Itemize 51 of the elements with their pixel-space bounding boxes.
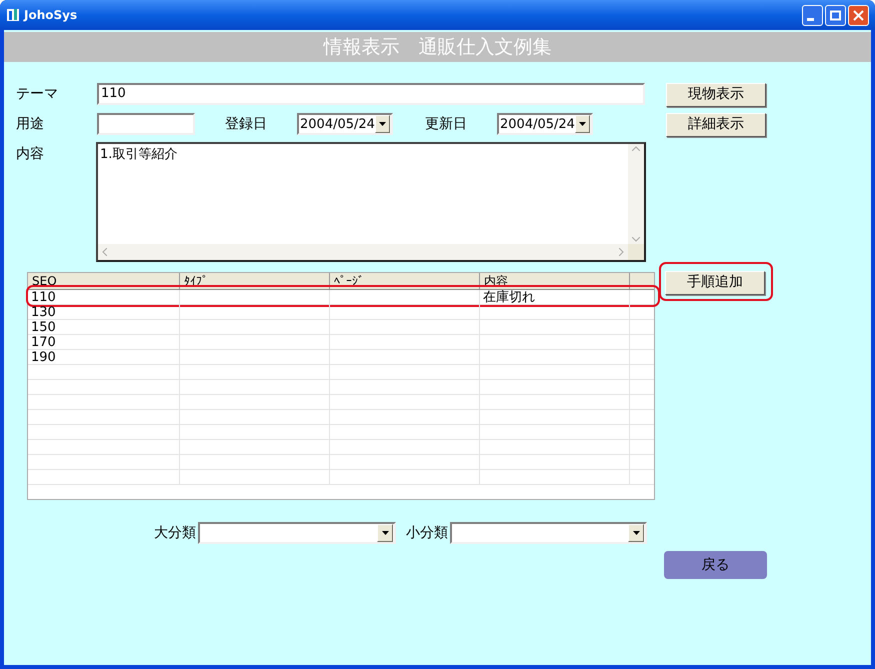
close-icon	[853, 10, 864, 20]
window-title: JohoSys	[24, 7, 78, 24]
maximize-icon	[830, 10, 841, 20]
close-button[interactable]	[848, 4, 869, 26]
minor-category-dropdown[interactable]	[450, 522, 647, 544]
column-header[interactable]: ﾍﾟｰｼﾞ	[330, 273, 480, 289]
page-title: 情報表示 通販仕入文例集	[324, 34, 552, 60]
table-cell: 130	[28, 305, 180, 319]
table-cell: 110	[28, 290, 180, 304]
scrollbar-corner	[628, 244, 644, 260]
scroll-left-icon	[102, 248, 107, 256]
vertical-scrollbar[interactable]	[628, 144, 644, 244]
field-label: 大分類	[154, 524, 196, 542]
table-cell: 150	[28, 320, 180, 334]
column-header[interactable]: SEQ	[28, 273, 180, 289]
column-header[interactable]: ﾀｲﾌﾟ	[180, 273, 330, 289]
dropdown-button[interactable]	[574, 115, 590, 133]
dropdown-button[interactable]	[377, 524, 393, 542]
horizontal-scrollbar[interactable]	[98, 244, 628, 260]
caret-icon	[382, 531, 388, 535]
back-button[interactable]: 戻る	[664, 551, 767, 579]
major-category-dropdown[interactable]	[198, 522, 396, 544]
field-label: 更新日	[425, 114, 468, 134]
caret-icon	[378, 122, 386, 126]
registered-date-dropdown[interactable]: 2004/05/24	[297, 113, 393, 135]
theme-field[interactable]: 110	[97, 83, 645, 105]
table-cell: 190	[28, 350, 180, 364]
table-cell: 在庫切れ	[483, 290, 535, 305]
minimize-button[interactable]	[802, 4, 823, 26]
view-actual-button[interactable]: 現物表示	[666, 82, 766, 107]
content-text-area[interactable]: 1.取引等紹介	[96, 142, 646, 262]
dropdown-button[interactable]	[374, 115, 390, 133]
scroll-right-icon	[619, 248, 624, 256]
field-label: 内容	[16, 145, 45, 164]
usage-field[interactable]	[97, 113, 195, 135]
caret-icon	[578, 122, 586, 126]
table-cell: 170	[28, 335, 180, 349]
field-label: 登録日	[225, 114, 268, 134]
minimize-icon	[807, 18, 814, 20]
field-label: テーマ	[16, 84, 59, 104]
dropdown-button[interactable]	[628, 524, 644, 542]
app-icon	[6, 8, 20, 22]
field-label: 用途	[16, 114, 45, 134]
add-step-button[interactable]: 手順追加	[665, 270, 765, 294]
scroll-down-icon	[632, 237, 640, 242]
scroll-up-icon	[632, 146, 640, 151]
updated-date-dropdown[interactable]: 2004/05/24	[497, 113, 593, 135]
view-detail-button[interactable]: 詳細表示	[666, 112, 766, 137]
caret-icon	[632, 531, 640, 535]
maximize-button[interactable]	[825, 4, 846, 26]
field-label: 小分類	[406, 524, 448, 542]
